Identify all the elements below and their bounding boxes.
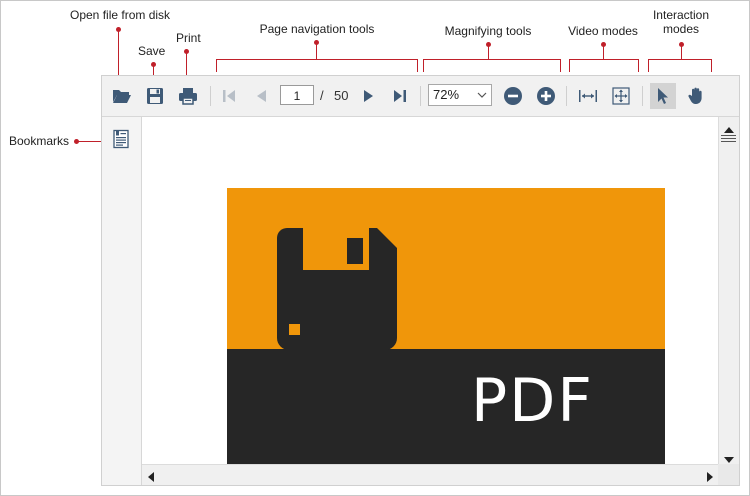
zoom-out-icon <box>504 87 522 105</box>
toolbar-separator <box>210 86 211 106</box>
floppy-disk-icon <box>277 228 397 350</box>
save-icon <box>147 88 163 104</box>
zoom-out-button[interactable] <box>500 83 526 109</box>
first-page-icon <box>223 90 235 102</box>
vertical-scroll-thumb[interactable] <box>721 133 736 145</box>
annotation-page-navigation: Page navigation tools <box>259 22 375 36</box>
scroll-left-icon[interactable] <box>147 470 155 488</box>
toolbar: 1 / 50 72% <box>102 76 739 117</box>
previous-page-icon <box>257 90 266 102</box>
toolbar-separator <box>420 86 421 106</box>
selection-mode-button[interactable] <box>650 83 676 109</box>
bookmarks-icon <box>113 129 129 149</box>
zoom-in-button[interactable] <box>533 83 559 109</box>
printer-icon <box>179 88 197 105</box>
first-page-button[interactable] <box>216 83 242 109</box>
vertical-scrollbar[interactable] <box>718 117 739 464</box>
page-dark-band <box>227 349 665 464</box>
annotation-interaction-modes-line1: Interaction <box>652 8 710 22</box>
zoom-select[interactable]: 72% <box>428 84 492 106</box>
pdf-viewer: 1 / 50 72% PDF <box>101 75 740 486</box>
annotation-bookmarks: Bookmarks <box>9 134 70 148</box>
toolbar-separator <box>566 86 567 106</box>
pdf-page: PDF <box>227 188 665 464</box>
horizontal-scroll-track[interactable] <box>160 469 708 481</box>
annotation-magnifying-stem <box>488 45 489 59</box>
toolbar-separator <box>642 86 643 106</box>
last-page-button[interactable] <box>387 83 413 109</box>
pan-mode-button[interactable] <box>683 83 709 109</box>
current-page-input[interactable]: 1 <box>280 85 314 105</box>
page-separator: / <box>320 88 324 103</box>
annotation-magnifying-bracket <box>423 59 561 72</box>
zoom-in-icon <box>537 87 555 105</box>
open-file-button[interactable] <box>109 83 135 109</box>
cursor-arrow-icon <box>658 88 668 104</box>
pdf-label: PDF <box>471 366 594 436</box>
annotation-video-modes-stem <box>603 45 604 59</box>
scrollbar-corner <box>718 464 739 485</box>
fit-page-icon <box>612 87 630 105</box>
annotation-video-modes-bracket <box>569 59 639 72</box>
print-button[interactable] <box>175 83 201 109</box>
annotation-interaction-modes-stem <box>681 45 682 59</box>
annotation-open-file: Open file from disk <box>70 8 171 22</box>
document-view[interactable]: PDF <box>142 117 718 464</box>
bookmarks-button[interactable] <box>111 129 131 149</box>
annotation-video-modes: Video modes <box>568 24 638 38</box>
zoom-value: 72% <box>433 87 460 102</box>
next-page-button[interactable] <box>356 83 382 109</box>
bookmarks-panel <box>102 117 142 485</box>
annotation-save: Save <box>138 44 166 58</box>
hand-icon <box>688 87 702 104</box>
next-page-icon <box>364 90 373 102</box>
save-button[interactable] <box>142 83 168 109</box>
annotation-page-navigation-stem <box>316 43 317 59</box>
annotation-print: Print <box>176 31 201 45</box>
folder-open-icon <box>113 90 131 103</box>
fit-width-button[interactable] <box>575 83 601 109</box>
total-pages: 50 <box>334 88 349 103</box>
fit-page-button[interactable] <box>608 83 634 109</box>
previous-page-button[interactable] <box>248 83 274 109</box>
annotation-interaction-modes-line2: modes <box>662 22 700 36</box>
annotation-magnifying: Magnifying tools <box>444 24 532 38</box>
annotation-page-navigation-bracket <box>216 59 418 72</box>
fit-width-icon <box>579 90 597 102</box>
scroll-right-icon[interactable] <box>706 470 714 488</box>
chevron-down-icon <box>477 86 487 110</box>
annotation-interaction-modes-bracket <box>648 59 712 72</box>
horizontal-scrollbar[interactable] <box>142 464 718 485</box>
last-page-icon <box>394 90 406 102</box>
